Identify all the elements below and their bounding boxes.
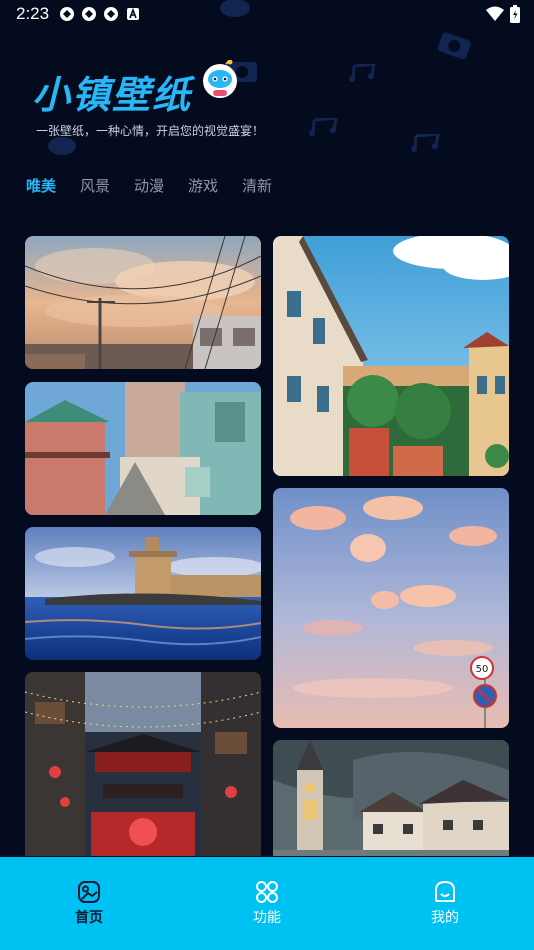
wallpaper-image-town-alley bbox=[25, 382, 261, 515]
nav-home-label: 首页 bbox=[75, 910, 103, 926]
nav-profile[interactable]: 我的 bbox=[356, 857, 534, 950]
wallpaper-image-pink-sky: 50 bbox=[273, 488, 509, 728]
nav-home[interactable]: 首页 bbox=[0, 857, 178, 950]
wifi-icon bbox=[486, 6, 504, 21]
tab-youxi[interactable]: 游戏 bbox=[188, 175, 218, 196]
wallpaper-image-lakeside-village bbox=[273, 740, 509, 856]
music-note-decoration-icon bbox=[411, 134, 440, 152]
music-note-decoration-icon bbox=[309, 118, 338, 136]
wallpaper-card[interactable] bbox=[273, 236, 509, 476]
wallpaper-card[interactable] bbox=[273, 740, 509, 856]
app-title: 小镇壁纸 bbox=[32, 73, 193, 117]
app-notification-icon bbox=[60, 7, 75, 21]
app-notification-icon bbox=[104, 7, 119, 21]
wallpaper-card[interactable] bbox=[25, 527, 261, 660]
grid-icon bbox=[256, 881, 278, 903]
app-header: 小镇壁纸 bbox=[32, 60, 237, 119]
wallpaper-image-street-sky bbox=[25, 236, 261, 369]
svg-text:50: 50 bbox=[476, 664, 489, 675]
category-tabs: 唯美 风景 动漫 游戏 清新 bbox=[26, 175, 272, 196]
camera-decoration-icon bbox=[437, 32, 471, 60]
wallpaper-image-european-street bbox=[273, 236, 509, 476]
tab-dongman[interactable]: 动漫 bbox=[134, 175, 164, 196]
nav-features-label: 功能 bbox=[253, 910, 281, 926]
music-note-decoration-icon bbox=[349, 64, 376, 82]
status-bar: 2:23 bbox=[0, 0, 534, 28]
a-notification-icon bbox=[127, 7, 140, 20]
cloud-decoration-icon bbox=[220, 0, 250, 17]
robot-mascot-icon bbox=[203, 60, 237, 98]
bottom-navigation: 首页 功能 我的 bbox=[0, 857, 534, 950]
tab-fengjing[interactable]: 风景 bbox=[80, 175, 110, 196]
app-notification-icon bbox=[82, 7, 97, 21]
nav-profile-label: 我的 bbox=[431, 910, 459, 926]
wallpaper-card[interactable]: 50 bbox=[273, 488, 509, 728]
wallpaper-grid: 50 bbox=[25, 236, 509, 856]
wallpaper-image-night-street bbox=[25, 672, 261, 856]
wallpaper-card[interactable] bbox=[25, 236, 261, 369]
status-time: 2:23 bbox=[16, 4, 50, 23]
wallpaper-card[interactable] bbox=[25, 382, 261, 515]
app-slogan: 一张壁纸，一种心情，开启您的视觉盛宴！ bbox=[36, 124, 265, 138]
gallery-icon bbox=[78, 881, 100, 903]
wallpaper-image-sea-fort bbox=[25, 527, 261, 660]
nav-features[interactable]: 功能 bbox=[178, 857, 356, 950]
wallpaper-card[interactable] bbox=[25, 672, 261, 856]
battery-icon bbox=[510, 5, 520, 23]
system-icons bbox=[486, 5, 520, 23]
tab-qingxin[interactable]: 清新 bbox=[242, 175, 272, 196]
profile-icon bbox=[435, 881, 455, 902]
notification-icons bbox=[59, 6, 141, 22]
tab-weimei[interactable]: 唯美 bbox=[26, 175, 56, 196]
